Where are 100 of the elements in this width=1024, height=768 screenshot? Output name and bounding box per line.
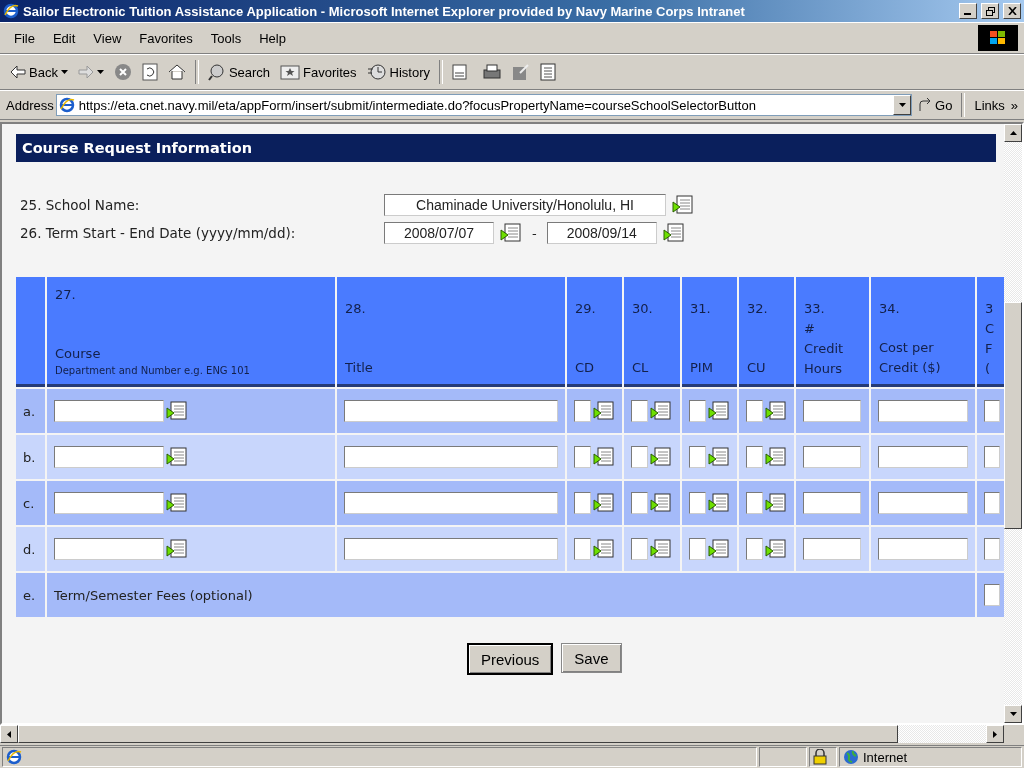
column-number: 27. bbox=[55, 286, 77, 304]
selector-button[interactable] bbox=[166, 539, 188, 559]
selector-button[interactable] bbox=[708, 401, 730, 421]
course-input[interactable] bbox=[54, 400, 164, 422]
title-input[interactable] bbox=[344, 446, 558, 468]
code-input[interactable] bbox=[574, 446, 591, 468]
search-button[interactable]: Search bbox=[203, 61, 275, 83]
title-input[interactable] bbox=[344, 538, 558, 560]
previous-button[interactable]: Previous bbox=[467, 643, 554, 675]
code-input[interactable] bbox=[574, 400, 591, 422]
course-input[interactable] bbox=[54, 492, 164, 514]
menu-item[interactable]: Help bbox=[251, 28, 294, 48]
credit-hours-input[interactable] bbox=[803, 492, 861, 514]
selector-button[interactable] bbox=[593, 493, 615, 513]
code-input[interactable] bbox=[631, 400, 648, 422]
selector-button[interactable] bbox=[708, 493, 730, 513]
selector-button[interactable] bbox=[765, 447, 787, 467]
selector-button[interactable] bbox=[672, 195, 694, 215]
code-input[interactable] bbox=[631, 538, 648, 560]
selector-button[interactable] bbox=[593, 447, 615, 467]
favorites-button[interactable]: Favorites bbox=[276, 62, 361, 82]
scroll-left-button[interactable] bbox=[0, 725, 18, 743]
cost-input[interactable] bbox=[878, 400, 968, 422]
menu-item[interactable]: Favorites bbox=[131, 28, 201, 48]
menu-item[interactable]: File bbox=[6, 28, 43, 48]
cost-input[interactable] bbox=[878, 446, 968, 468]
star-folder-icon bbox=[280, 64, 301, 80]
title-input[interactable] bbox=[344, 400, 558, 422]
cost-input[interactable] bbox=[984, 538, 1000, 560]
minimize-button[interactable] bbox=[959, 3, 977, 19]
search-icon bbox=[207, 63, 226, 81]
menu-item[interactable]: View bbox=[85, 28, 130, 48]
cost-input[interactable] bbox=[984, 400, 1000, 422]
restore-button[interactable] bbox=[981, 3, 999, 19]
course-input[interactable] bbox=[54, 446, 164, 468]
code-input[interactable] bbox=[689, 492, 706, 514]
address-field[interactable]: https://eta.cnet.navy.mil/eta/appForm/insert/submit/intermediate.do?focusPropertyName=courseSchoolSelectorButton bbox=[55, 94, 913, 116]
caret-icon bbox=[60, 70, 68, 74]
title-input[interactable] bbox=[344, 492, 558, 514]
code-input[interactable] bbox=[631, 446, 648, 468]
scroll-right-button[interactable] bbox=[986, 725, 1004, 743]
cost-input[interactable] bbox=[984, 492, 1000, 514]
cost-input[interactable] bbox=[878, 492, 968, 514]
selector-button[interactable] bbox=[650, 401, 672, 421]
scroll-down-button[interactable] bbox=[1004, 705, 1022, 723]
code-input[interactable] bbox=[746, 538, 763, 560]
selector-button[interactable] bbox=[593, 539, 615, 559]
cost-input[interactable] bbox=[984, 446, 1000, 468]
refresh-icon bbox=[141, 63, 158, 81]
code-input[interactable] bbox=[574, 492, 591, 514]
browser-icon bbox=[3, 3, 19, 19]
selector-button[interactable] bbox=[765, 539, 787, 559]
selector-button[interactable] bbox=[708, 447, 730, 467]
code-input[interactable] bbox=[574, 538, 591, 560]
end-date-field[interactable]: 2008/09/14 bbox=[546, 222, 657, 244]
fees-input[interactable] bbox=[984, 584, 1000, 606]
scroll-thumb[interactable] bbox=[1004, 302, 1022, 529]
code-input[interactable] bbox=[746, 446, 763, 468]
scroll-up-button[interactable] bbox=[1004, 124, 1022, 142]
selector-button[interactable] bbox=[166, 493, 188, 513]
selector-button[interactable] bbox=[765, 493, 787, 513]
start-date-field[interactable]: 2008/07/07 bbox=[384, 222, 494, 244]
cost-input[interactable] bbox=[878, 538, 968, 560]
selector-button[interactable] bbox=[650, 447, 672, 467]
code-input[interactable] bbox=[689, 446, 706, 468]
zone-label: Internet bbox=[863, 749, 908, 765]
code-input[interactable] bbox=[746, 492, 763, 514]
back-button[interactable]: Back bbox=[6, 62, 72, 82]
credit-hours-input[interactable] bbox=[803, 446, 861, 468]
more-chevron[interactable]: » bbox=[1010, 97, 1018, 113]
course-input[interactable] bbox=[54, 538, 164, 560]
credit-hours-input[interactable] bbox=[803, 400, 861, 422]
scroll-thumb[interactable] bbox=[18, 725, 898, 743]
selector-button[interactable] bbox=[500, 223, 522, 243]
selector-button[interactable] bbox=[650, 539, 672, 559]
save-button[interactable]: Save bbox=[561, 643, 622, 673]
stop-icon bbox=[113, 63, 132, 81]
code-input[interactable] bbox=[746, 400, 763, 422]
selector-button[interactable] bbox=[650, 493, 672, 513]
go-button[interactable]: Go bbox=[914, 95, 957, 115]
menu-item[interactable]: Tools bbox=[202, 28, 250, 48]
down-arrow-icon bbox=[1009, 712, 1017, 716]
column-number: 28. bbox=[345, 300, 367, 318]
selector-button[interactable] bbox=[662, 223, 685, 243]
menu-item[interactable]: Edit bbox=[44, 28, 84, 48]
school-name-field[interactable]: Chaminade University/Honolulu, HI bbox=[384, 194, 666, 216]
selector-button[interactable] bbox=[593, 401, 615, 421]
selector-button[interactable] bbox=[166, 401, 188, 421]
dropdown-button[interactable] bbox=[893, 95, 912, 115]
history-button[interactable]: History bbox=[362, 61, 435, 83]
fees-label: Term/Semester Fees (optional) bbox=[54, 587, 253, 603]
selector-button[interactable] bbox=[708, 539, 730, 559]
code-input[interactable] bbox=[689, 538, 706, 560]
selector-button[interactable] bbox=[765, 401, 787, 421]
links-button[interactable]: Links bbox=[970, 95, 1009, 115]
code-input[interactable] bbox=[689, 400, 706, 422]
credit-hours-input[interactable] bbox=[803, 538, 861, 560]
selector-button[interactable] bbox=[166, 447, 188, 467]
close-button[interactable] bbox=[1003, 3, 1021, 19]
code-input[interactable] bbox=[631, 492, 648, 514]
